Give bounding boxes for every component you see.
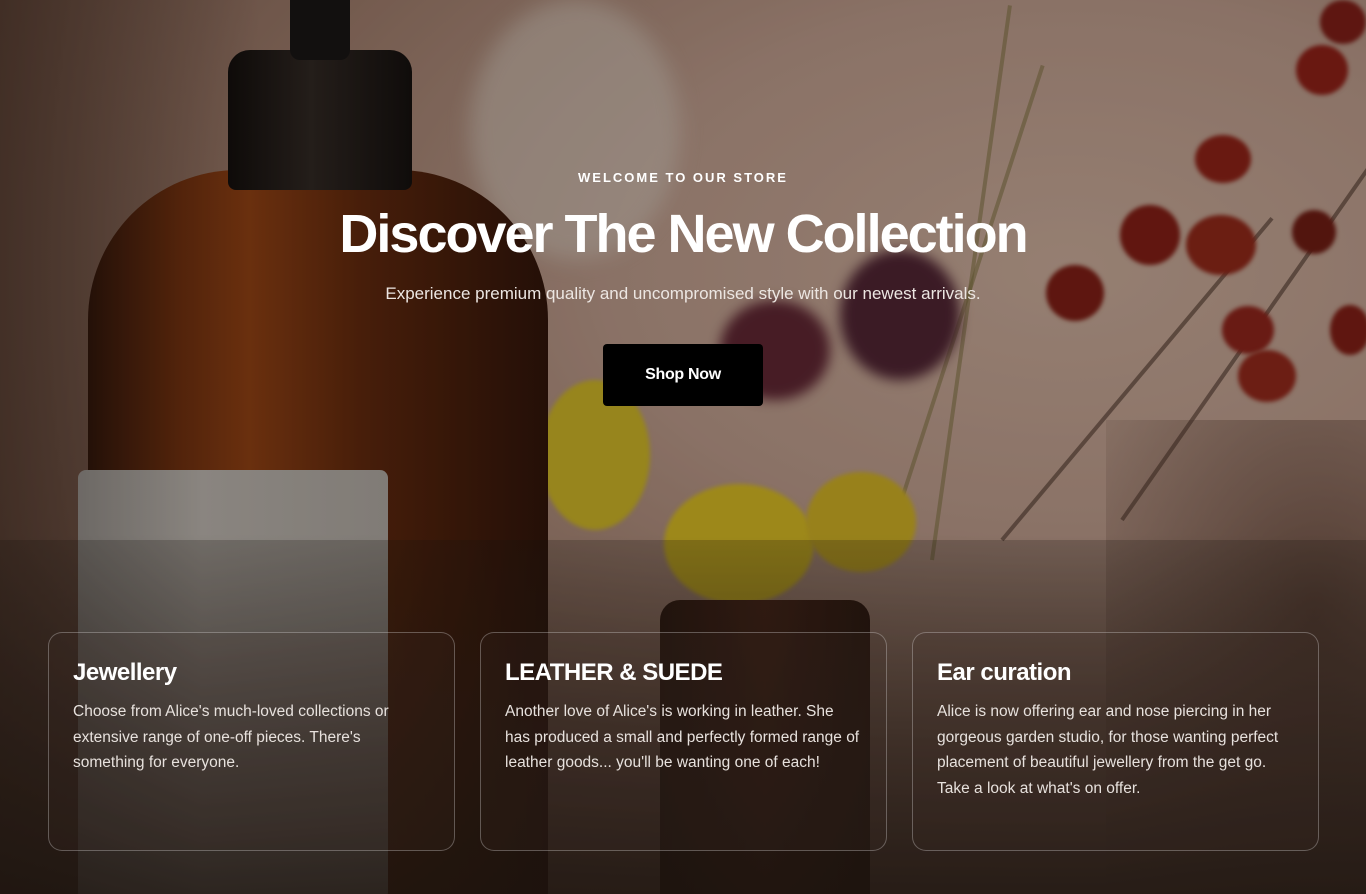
card-text: Choose from Alice's much-loved collectio… — [73, 703, 389, 771]
card-leather-suede[interactable]: LEATHER & SUEDE Another love of Alice's … — [480, 632, 887, 851]
hero-section: WELCOME TO OUR STORE Discover The New Co… — [0, 0, 1366, 894]
hero-subtitle: Experience premium quality and uncomprom… — [385, 284, 981, 303]
hero-content: WELCOME TO OUR STORE Discover The New Co… — [0, 168, 1366, 406]
card-jewellery[interactable]: Jewellery Choose from Alice's much-loved… — [48, 632, 455, 851]
shop-now-button[interactable]: Shop Now — [603, 344, 763, 406]
card-text: Another love of Alice's is working in le… — [505, 703, 860, 771]
card-ear-curation[interactable]: Ear curation Alice is now offering ear a… — [912, 632, 1319, 851]
feature-cards: Jewellery Choose from Alice's much-loved… — [48, 632, 1319, 851]
card-text: Alice is now offering ear and nose pierc… — [937, 703, 1279, 797]
hero-eyebrow: WELCOME TO OUR STORE — [578, 170, 788, 185]
card-title: LEATHER & SUEDE — [505, 659, 723, 686]
hero-title: Discover The New Collection — [339, 204, 1028, 264]
card-title: Ear curation — [937, 659, 1072, 686]
card-title: Jewellery — [73, 659, 177, 686]
